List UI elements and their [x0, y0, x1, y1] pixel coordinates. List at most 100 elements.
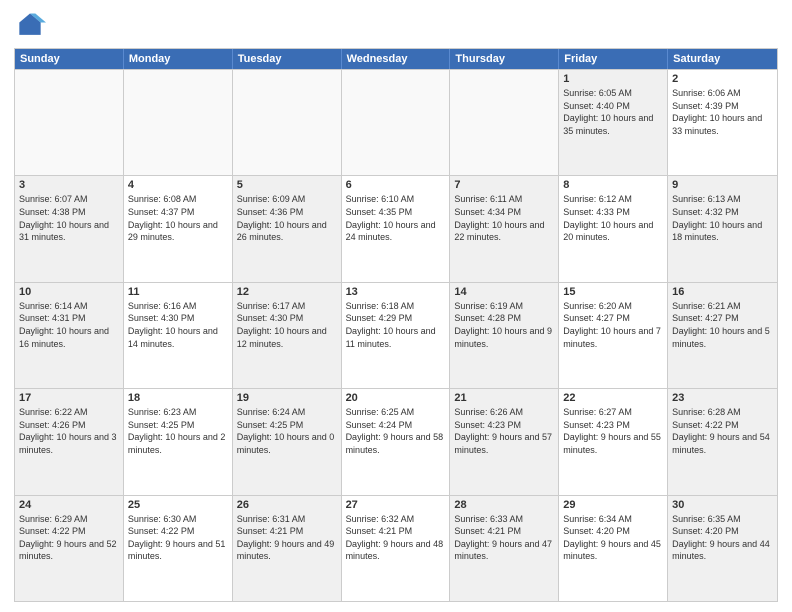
calendar-cell: 6 Sunrise: 6:10 AM Sunset: 4:35 PM Daylig… [342, 176, 451, 281]
day-number: 11 [128, 286, 228, 298]
cell-info: Sunrise: 6:19 AM Sunset: 4:28 PM Dayligh… [454, 300, 554, 350]
cell-info: Sunrise: 6:13 AM Sunset: 4:32 PM Dayligh… [672, 193, 773, 243]
weekday-header: Monday [124, 49, 233, 69]
cell-info: Sunrise: 6:24 AM Sunset: 4:25 PM Dayligh… [237, 406, 337, 456]
calendar-cell: 19 Sunrise: 6:24 AM Sunset: 4:25 PM Dayli… [233, 389, 342, 494]
cell-info: Sunrise: 6:16 AM Sunset: 4:30 PM Dayligh… [128, 300, 228, 350]
calendar-cell [450, 70, 559, 175]
day-number: 8 [563, 179, 663, 191]
day-number: 20 [346, 392, 446, 404]
cell-info: Sunrise: 6:31 AM Sunset: 4:21 PM Dayligh… [237, 513, 337, 563]
cell-info: Sunrise: 6:30 AM Sunset: 4:22 PM Dayligh… [128, 513, 228, 563]
day-number: 14 [454, 286, 554, 298]
day-number: 19 [237, 392, 337, 404]
weekday-header: Friday [559, 49, 668, 69]
calendar-cell: 21Sunrise: 6:26 AM Sunset: 4:23 PM Dayli… [450, 389, 559, 494]
cell-info: Sunrise: 6:23 AM Sunset: 4:25 PM Dayligh… [128, 406, 228, 456]
calendar-cell: 29 Sunrise: 6:34 AM Sunset: 4:20 PM Dayli… [559, 496, 668, 601]
cell-info: Sunrise: 6:32 AM Sunset: 4:21 PM Dayligh… [346, 513, 446, 563]
day-number: 28 [454, 499, 554, 511]
calendar: SundayMondayTuesdayWednesdayThursdayFrid… [14, 48, 778, 602]
day-number: 30 [672, 499, 773, 511]
cell-info: Sunrise: 6:12 AM Sunset: 4:33 PM Dayligh… [563, 193, 663, 243]
calendar-cell: 3Sunrise: 6:07 AM Sunset: 4:38 PM Daylig… [15, 176, 124, 281]
cell-info: Sunrise: 6:27 AM Sunset: 4:23 PM Dayligh… [563, 406, 663, 456]
calendar-body: 1 Sunrise: 6:05 AM Sunset: 4:40 PM Daylig… [15, 69, 777, 601]
cell-info: Sunrise: 6:21 AM Sunset: 4:27 PM Dayligh… [672, 300, 773, 350]
calendar-cell: 27 Sunrise: 6:32 AM Sunset: 4:21 PM Dayli… [342, 496, 451, 601]
calendar-row: 1 Sunrise: 6:05 AM Sunset: 4:40 PM Daylig… [15, 69, 777, 175]
day-number: 5 [237, 179, 337, 191]
calendar-cell: 18 Sunrise: 6:23 AM Sunset: 4:25 PM Dayli… [124, 389, 233, 494]
cell-info: Sunrise: 6:25 AM Sunset: 4:24 PM Dayligh… [346, 406, 446, 456]
cell-info: Sunrise: 6:10 AM Sunset: 4:35 PM Dayligh… [346, 193, 446, 243]
cell-info: Sunrise: 6:35 AM Sunset: 4:20 PM Dayligh… [672, 513, 773, 563]
calendar-cell: 25 Sunrise: 6:30 AM Sunset: 4:22 PM Dayli… [124, 496, 233, 601]
calendar-header: SundayMondayTuesdayWednesdayThursdayFrid… [15, 49, 777, 69]
cell-info: Sunrise: 6:05 AM Sunset: 4:40 PM Dayligh… [563, 87, 663, 137]
logo [14, 10, 50, 42]
calendar-cell: 4Sunrise: 6:08 AM Sunset: 4:37 PM Daylig… [124, 176, 233, 281]
cell-info: Sunrise: 6:34 AM Sunset: 4:20 PM Dayligh… [563, 513, 663, 563]
day-number: 18 [128, 392, 228, 404]
day-number: 25 [128, 499, 228, 511]
cell-info: Sunrise: 6:29 AM Sunset: 4:22 PM Dayligh… [19, 513, 119, 563]
cell-info: Sunrise: 6:11 AM Sunset: 4:34 PM Dayligh… [454, 193, 554, 243]
day-number: 16 [672, 286, 773, 298]
calendar-cell [233, 70, 342, 175]
calendar-cell [124, 70, 233, 175]
cell-info: Sunrise: 6:17 AM Sunset: 4:30 PM Dayligh… [237, 300, 337, 350]
calendar-cell: 30 Sunrise: 6:35 AM Sunset: 4:20 PM Dayli… [668, 496, 777, 601]
header [14, 10, 778, 42]
calendar-cell: 13Sunrise: 6:18 AM Sunset: 4:29 PM Dayli… [342, 283, 451, 388]
day-number: 13 [346, 286, 446, 298]
cell-info: Sunrise: 6:28 AM Sunset: 4:22 PM Dayligh… [672, 406, 773, 456]
calendar-cell: 26 Sunrise: 6:31 AM Sunset: 4:21 PM Dayli… [233, 496, 342, 601]
day-number: 1 [563, 73, 663, 85]
calendar-cell: 17 Sunrise: 6:22 AM Sunset: 4:26 PM Dayli… [15, 389, 124, 494]
cell-info: Sunrise: 6:06 AM Sunset: 4:39 PM Dayligh… [672, 87, 773, 137]
calendar-cell: 22 Sunrise: 6:27 AM Sunset: 4:23 PM Dayli… [559, 389, 668, 494]
logo-icon [14, 10, 46, 42]
calendar-cell: 11 Sunrise: 6:16 AM Sunset: 4:30 PM Dayli… [124, 283, 233, 388]
calendar-cell: 15Sunrise: 6:20 AM Sunset: 4:27 PM Dayli… [559, 283, 668, 388]
calendar-row: 10 Sunrise: 6:14 AM Sunset: 4:31 PM Dayli… [15, 282, 777, 388]
calendar-cell [15, 70, 124, 175]
calendar-cell: 28Sunrise: 6:33 AM Sunset: 4:21 PM Dayli… [450, 496, 559, 601]
day-number: 22 [563, 392, 663, 404]
calendar-cell: 23 Sunrise: 6:28 AM Sunset: 4:22 PM Dayli… [668, 389, 777, 494]
day-number: 17 [19, 392, 119, 404]
calendar-row: 17 Sunrise: 6:22 AM Sunset: 4:26 PM Dayli… [15, 388, 777, 494]
calendar-cell: 8 Sunrise: 6:12 AM Sunset: 4:33 PM Daylig… [559, 176, 668, 281]
cell-info: Sunrise: 6:07 AM Sunset: 4:38 PM Dayligh… [19, 193, 119, 243]
calendar-cell: 9 Sunrise: 6:13 AM Sunset: 4:32 PM Daylig… [668, 176, 777, 281]
cell-info: Sunrise: 6:26 AM Sunset: 4:23 PM Dayligh… [454, 406, 554, 456]
calendar-cell: 16 Sunrise: 6:21 AM Sunset: 4:27 PM Dayli… [668, 283, 777, 388]
page: SundayMondayTuesdayWednesdayThursdayFrid… [0, 0, 792, 612]
calendar-cell: 7Sunrise: 6:11 AM Sunset: 4:34 PM Daylig… [450, 176, 559, 281]
day-number: 15 [563, 286, 663, 298]
day-number: 4 [128, 179, 228, 191]
calendar-cell: 24 Sunrise: 6:29 AM Sunset: 4:22 PM Dayli… [15, 496, 124, 601]
day-number: 10 [19, 286, 119, 298]
day-number: 12 [237, 286, 337, 298]
calendar-row: 3Sunrise: 6:07 AM Sunset: 4:38 PM Daylig… [15, 175, 777, 281]
day-number: 29 [563, 499, 663, 511]
day-number: 24 [19, 499, 119, 511]
day-number: 27 [346, 499, 446, 511]
weekday-header: Thursday [450, 49, 559, 69]
weekday-header: Tuesday [233, 49, 342, 69]
day-number: 9 [672, 179, 773, 191]
cell-info: Sunrise: 6:09 AM Sunset: 4:36 PM Dayligh… [237, 193, 337, 243]
cell-info: Sunrise: 6:22 AM Sunset: 4:26 PM Dayligh… [19, 406, 119, 456]
calendar-cell: 1 Sunrise: 6:05 AM Sunset: 4:40 PM Daylig… [559, 70, 668, 175]
calendar-cell: 20 Sunrise: 6:25 AM Sunset: 4:24 PM Dayli… [342, 389, 451, 494]
calendar-cell: 10 Sunrise: 6:14 AM Sunset: 4:31 PM Dayli… [15, 283, 124, 388]
day-number: 26 [237, 499, 337, 511]
calendar-cell [342, 70, 451, 175]
calendar-cell: 2Sunrise: 6:06 AM Sunset: 4:39 PM Daylig… [668, 70, 777, 175]
day-number: 6 [346, 179, 446, 191]
cell-info: Sunrise: 6:14 AM Sunset: 4:31 PM Dayligh… [19, 300, 119, 350]
calendar-cell: 5 Sunrise: 6:09 AM Sunset: 4:36 PM Daylig… [233, 176, 342, 281]
day-number: 23 [672, 392, 773, 404]
